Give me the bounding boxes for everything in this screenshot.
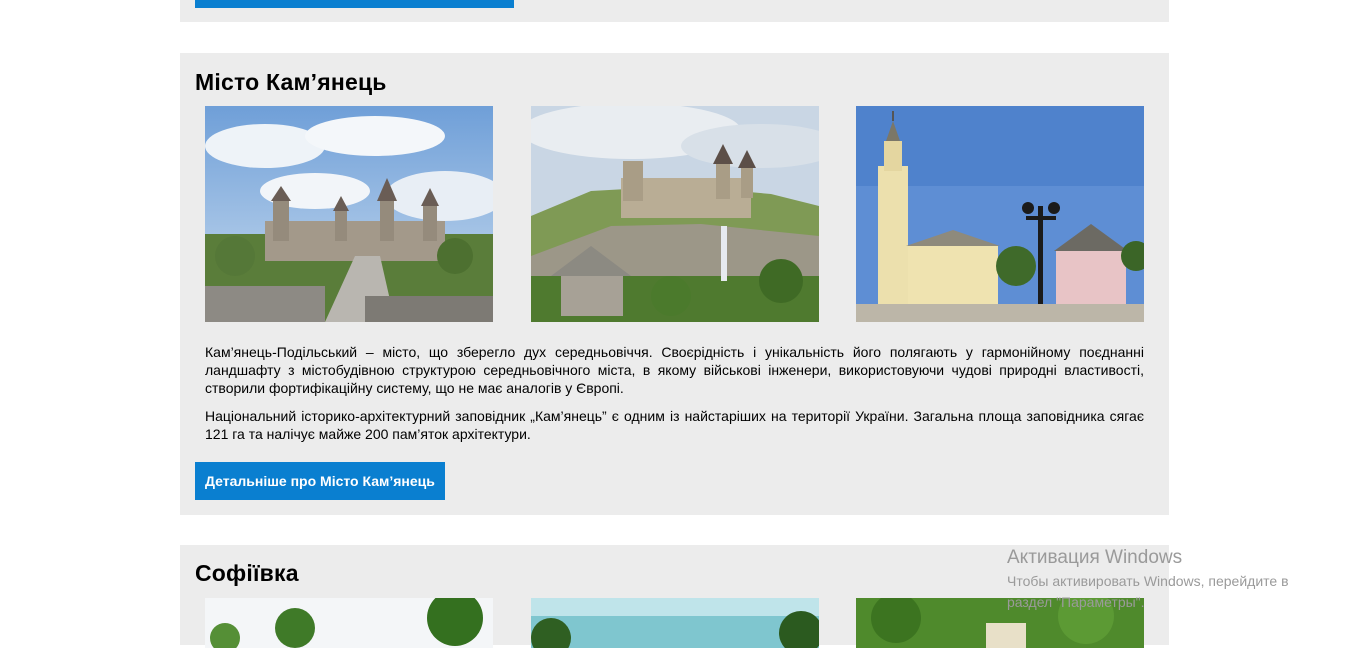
watermark-subtitle: Чтобы активировать Windows, перейдите в … (1007, 573, 1289, 610)
attraction-description: Кам’янець-Подільський – місто, що зберег… (205, 343, 1144, 453)
watermark-title: Активация Windows (1007, 547, 1183, 568)
description-paragraph: Національний історико-архітектурний запо… (205, 408, 1144, 442)
town-hall-photo (856, 106, 1144, 322)
attraction-card-kamianets: Місто Кам’янець Кам’янець-Подільський – … (180, 53, 1169, 515)
attraction-title: Місто Кам’янець (195, 69, 387, 95)
park-trees-photo (205, 598, 493, 648)
park-pond-photo (531, 598, 819, 648)
previous-details-button[interactable] (195, 0, 514, 8)
castle-bridge-photo (205, 106, 493, 322)
castle-hill-photo (531, 106, 819, 322)
details-button[interactable]: Детальніше про Місто Кам’янець (195, 462, 445, 500)
previous-attraction-card (180, 0, 1169, 22)
description-paragraph: Кам’янець-Подільський – місто, що зберег… (205, 344, 1144, 396)
windows-activation-watermark: Активация Windows Чтобы активировать Win… (1007, 547, 1317, 613)
attraction-title: Софіївка (195, 560, 299, 586)
